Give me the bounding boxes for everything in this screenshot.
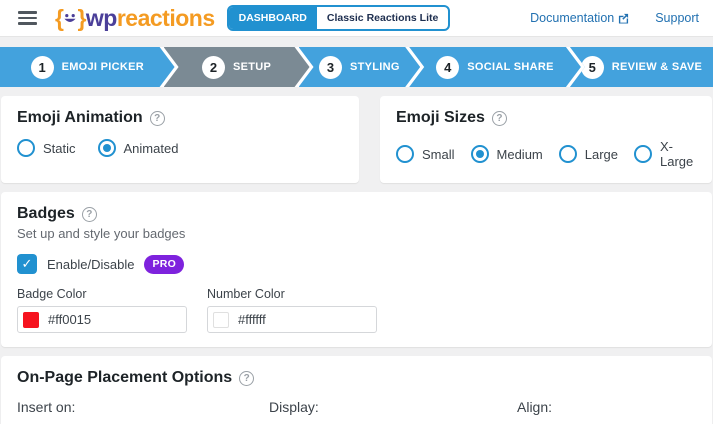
placement-title: On-Page Placement Options — [17, 369, 233, 386]
emoji-animation-panel: Emoji Animation ? Static Animated — [1, 96, 359, 183]
logo-word-reactions: reactions — [116, 4, 215, 31]
step-review-save[interactable]: 5 REVIEW & SAVE — [569, 47, 713, 87]
header-nav-toggle: DASHBOARD Classic Reactions Lite — [226, 5, 451, 31]
number-color-field: Number Color #ffffff — [207, 287, 377, 333]
smiley-icon — [64, 14, 77, 22]
pro-badge: PRO — [144, 254, 185, 274]
header: { } wp reactions DASHBOARD Classic React… — [0, 0, 713, 37]
radio-circle — [558, 145, 577, 163]
help-icon[interactable]: ? — [491, 110, 507, 126]
step-setup[interactable]: 2 SETUP — [164, 47, 310, 87]
help-icon[interactable]: ? — [81, 206, 97, 222]
step-number: 3 — [319, 56, 342, 79]
radio-circle — [17, 139, 35, 157]
radio-small[interactable]: Small — [396, 145, 455, 163]
step-number: 2 — [202, 56, 225, 79]
insert-on-label: Insert on: — [17, 399, 76, 415]
step-social-share[interactable]: 4 SOCIAL SHARE — [409, 47, 581, 87]
placement-panel: On-Page Placement Options ? Insert on: P… — [1, 356, 712, 424]
header-links: Documentation Support — [530, 11, 699, 25]
step-number: 5 — [580, 55, 604, 79]
help-icon[interactable]: ? — [149, 110, 165, 126]
step-styling[interactable]: 3 STYLING — [299, 47, 421, 87]
badge-color-input[interactable]: #ff0015 — [17, 306, 187, 333]
radio-circle — [470, 145, 489, 163]
radio-medium[interactable]: Medium — [470, 145, 543, 163]
align-label: Align: — [517, 399, 553, 415]
documentation-link-label: Documentation — [530, 11, 615, 25]
external-link-icon — [619, 13, 629, 24]
main-content: Emoji Animation ? Static Animated Emoji … — [0, 87, 713, 424]
badges-title: Badges — [17, 205, 75, 222]
number-color-input[interactable]: #ffffff — [207, 306, 377, 333]
display-label: Display: — [269, 399, 319, 415]
support-link-label: Support — [655, 11, 699, 25]
emoji-sizes-title: Emoji Sizes — [396, 109, 485, 126]
wpreactions-logo[interactable]: { } wp reactions — [55, 5, 215, 32]
radio-static[interactable]: Static — [17, 139, 76, 157]
radio-animated[interactable]: Animated — [97, 139, 178, 157]
enable-disable-label: Enable/Disable — [47, 256, 135, 272]
step-emoji-picker[interactable]: 1 EMOJI PICKER — [0, 47, 175, 87]
help-icon[interactable]: ? — [239, 370, 255, 386]
dashboard-button[interactable]: DASHBOARD — [228, 7, 317, 29]
badge-color-swatch[interactable] — [23, 311, 39, 328]
logo-brace-right: } — [77, 4, 86, 31]
insert-on-column: Insert on: Posts Pages Both — [17, 399, 269, 424]
support-link[interactable]: Support — [655, 11, 699, 25]
step-number: 1 — [31, 56, 54, 79]
radio-large[interactable]: Large — [558, 145, 618, 163]
radio-circle — [634, 145, 653, 163]
badges-panel: Badges ? Set up and style your badges ✓ … — [1, 192, 712, 347]
classic-reactions-lite-button[interactable]: Classic Reactions Lite — [317, 7, 448, 29]
documentation-link[interactable]: Documentation — [530, 11, 629, 25]
wizard-stepper: 1 EMOJI PICKER 2 SETUP 3 STYLING 4 SOCIA… — [0, 47, 713, 87]
logo-word-wp: wp — [85, 4, 117, 31]
number-color-label: Number Color — [207, 287, 285, 301]
radio-circle — [396, 145, 414, 163]
align-column: Align: Left Center Right — [517, 399, 696, 424]
badges-subtitle: Set up and style your badges — [17, 226, 186, 241]
emoji-animation-title: Emoji Animation — [17, 109, 143, 126]
emoji-sizes-panel: Emoji Sizes ? Small Medium Large X-Large — [380, 96, 712, 183]
badge-color-field: Badge Color #ff0015 — [17, 287, 187, 333]
step-number: 4 — [436, 56, 459, 79]
radio-x-large[interactable]: X-Large — [634, 139, 696, 169]
menu-icon[interactable] — [18, 11, 37, 25]
number-color-swatch[interactable] — [213, 311, 229, 328]
display-column: Display: Before content After content Be… — [269, 399, 517, 424]
radio-circle — [97, 139, 116, 157]
badge-color-label: Badge Color — [17, 287, 87, 301]
enable-disable-checkbox[interactable]: ✓ — [17, 254, 37, 274]
